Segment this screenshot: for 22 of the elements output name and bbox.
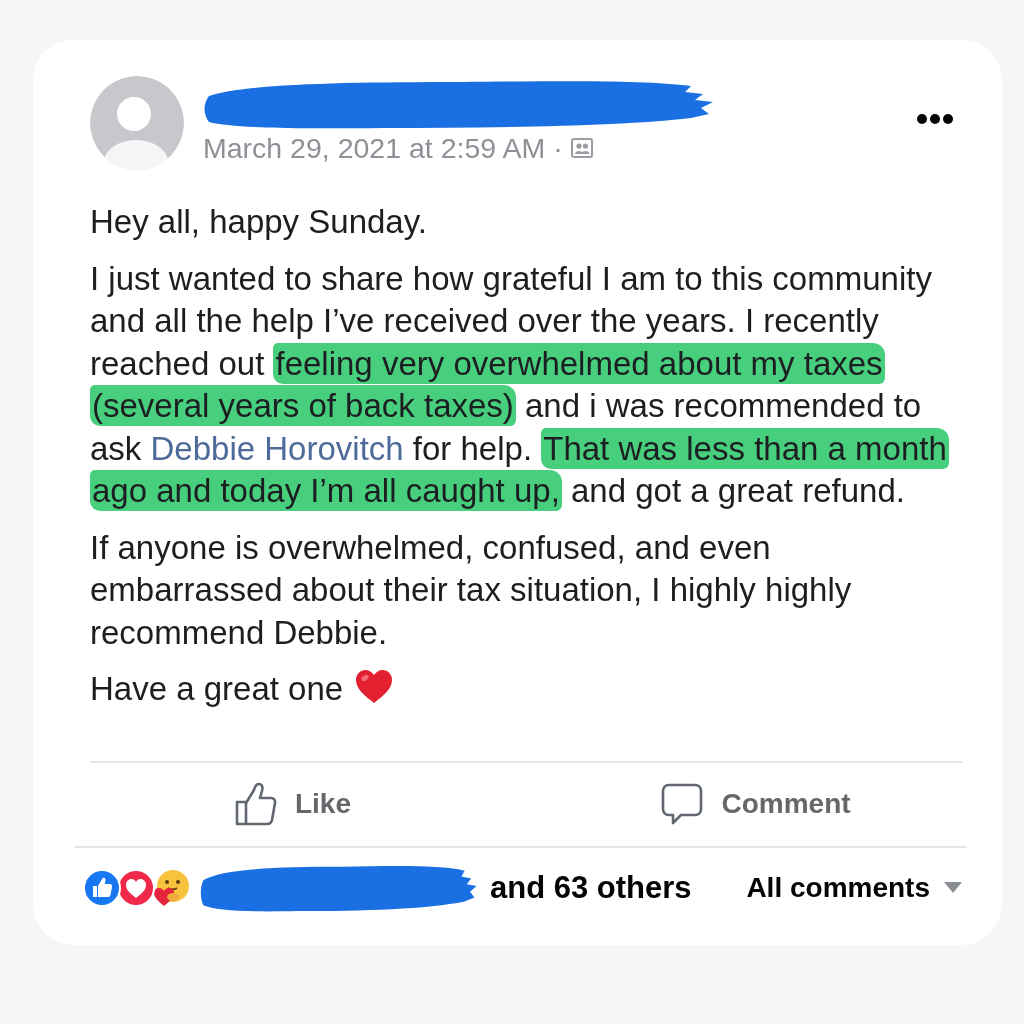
more-icon bbox=[917, 114, 953, 124]
comments-filter-button[interactable]: All comments bbox=[746, 871, 962, 904]
care-reaction-icon bbox=[152, 867, 192, 908]
post-paragraph: I just wanted to share how grateful I am to this community and all the help I’ve received over the years. I recently reached out feeling very overwhelmed about my taxes (several years of back taxes) and i was recommended to ask Debbie Horovitch for help. That was less than a month ago and today I’m all caught up, and got a great refund. bbox=[90, 258, 950, 513]
group-icon bbox=[570, 138, 593, 158]
mention-link[interactable]: Debbie Horovitch bbox=[150, 429, 404, 467]
heart-icon bbox=[355, 669, 394, 704]
like-reaction-icon bbox=[83, 868, 121, 907]
comment-button[interactable]: Comment bbox=[661, 783, 851, 825]
comment-icon bbox=[661, 783, 704, 825]
love-reaction-icon bbox=[117, 868, 155, 907]
post-timestamp[interactable]: March 29, 2021 at 2:59 AM bbox=[203, 131, 546, 165]
post-paragraph: Hey all, happy Sunday. bbox=[90, 202, 427, 242]
post-paragraph: If anyone is overwhelmed, confused, and even embarrassed about their tax situation, I highly highly recommend Debbie. bbox=[90, 527, 853, 653]
thumbs-up-icon bbox=[235, 782, 277, 826]
caret-icon bbox=[944, 882, 962, 893]
more-button[interactable] bbox=[917, 114, 953, 124]
like-button[interactable]: Like bbox=[235, 782, 351, 826]
separator-dot: · bbox=[553, 131, 563, 165]
avatar-icon bbox=[90, 76, 184, 170]
post-paragraph: Have a great one bbox=[90, 669, 344, 709]
reaction-count[interactable]: and 63 others bbox=[490, 869, 692, 906]
